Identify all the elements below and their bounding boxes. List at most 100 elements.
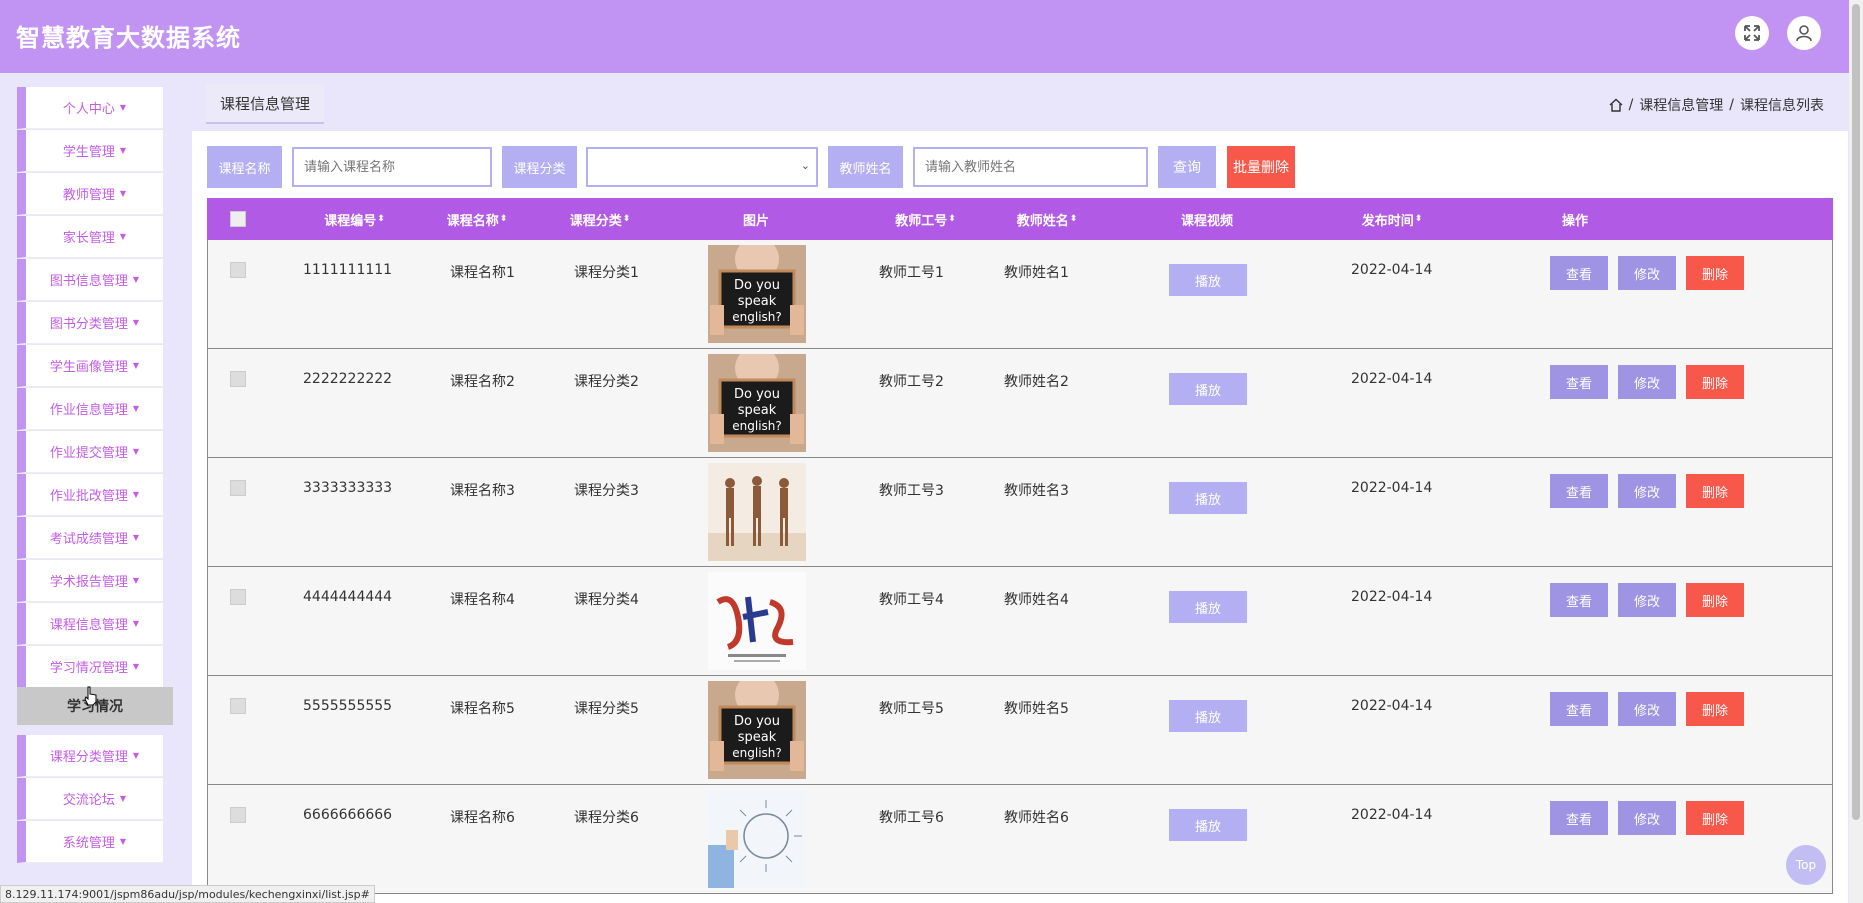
delete-button[interactable]: 删除 xyxy=(1686,692,1744,726)
play-video-button[interactable]: 播放 xyxy=(1169,373,1247,405)
sidebar-item-homework-grading[interactable]: 作业批改管理 ▼ xyxy=(17,474,163,516)
bulk-delete-button[interactable]: 批量删除 xyxy=(1227,146,1295,188)
user-button[interactable] xyxy=(1787,16,1821,50)
sidebar-item-parents[interactable]: 家长管理 ▼ xyxy=(17,216,163,258)
course-category: 课程分类2 xyxy=(574,374,639,390)
row-checkbox[interactable] xyxy=(230,589,246,605)
breadcrumb-separator: / xyxy=(1729,97,1734,113)
row-checkbox[interactable] xyxy=(230,371,246,387)
caret-down-icon: ▼ xyxy=(132,490,140,499)
caret-down-icon: ▼ xyxy=(119,146,127,155)
delete-button[interactable]: 删除 xyxy=(1686,583,1744,617)
course-no: 2222222222 xyxy=(303,371,393,387)
delete-button[interactable]: 删除 xyxy=(1686,801,1744,835)
header-teacher-no[interactable]: 教师工号 ⬍ xyxy=(868,198,983,240)
tab-course-info[interactable]: 课程信息管理 xyxy=(206,84,325,124)
breadcrumb-level1[interactable]: 课程信息管理 xyxy=(1639,95,1723,115)
sidebar-item-teachers[interactable]: 教师管理 ▼ xyxy=(17,173,163,215)
sidebar-item-academic-reports[interactable]: 学术报告管理 ▼ xyxy=(17,560,163,602)
delete-button[interactable]: 删除 xyxy=(1686,256,1744,290)
sidebar-item-exam-scores[interactable]: 考试成绩管理 ▼ xyxy=(17,517,163,559)
sidebar-item-homework-info[interactable]: 作业信息管理 ▼ xyxy=(17,388,163,430)
sidebar-item-students[interactable]: 学生管理 ▼ xyxy=(17,130,163,172)
view-button[interactable]: 查看 xyxy=(1550,256,1608,290)
edit-button[interactable]: 修改 xyxy=(1618,365,1676,399)
edit-button[interactable]: 修改 xyxy=(1618,692,1676,726)
sidebar-item-student-profile[interactable]: 学生画像管理 ▼ xyxy=(17,345,163,387)
vertical-scrollbar[interactable] xyxy=(1849,0,1863,903)
sidebar-item-learning-status[interactable]: 学习情况管理 ▼ xyxy=(17,646,163,688)
view-button[interactable]: 查看 xyxy=(1550,583,1608,617)
fullscreen-button[interactable] xyxy=(1735,16,1769,50)
main-content: 课程名称 课程分类 ⌄ 教师姓名 查询 批量删除 课程编号⬍ 课程名称⬍ 课程分… xyxy=(192,131,1848,903)
sidebar-item-course-category[interactable]: 课程分类管理 ▼ xyxy=(17,735,163,777)
view-button[interactable]: 查看 xyxy=(1550,801,1608,835)
teacher-name: 教师姓名2 xyxy=(1004,374,1069,390)
header-label: 发布时间 xyxy=(1361,213,1414,229)
teacher-name-label: 教师姓名 xyxy=(828,146,903,188)
view-button[interactable]: 查看 xyxy=(1550,692,1608,726)
table-row: 5555555555 课程名称5 课程分类5 Do you speak englis… xyxy=(207,676,1833,785)
course-image-speak-english[interactable]: Do you speak english? xyxy=(708,681,806,779)
course-name-input[interactable] xyxy=(292,147,492,187)
header-publish-time[interactable]: 发布时间 ⬍ xyxy=(1337,198,1447,240)
caret-down-icon: ▼ xyxy=(132,447,140,456)
home-icon[interactable] xyxy=(1609,98,1623,112)
row-checkbox[interactable] xyxy=(230,480,246,496)
sidebar-item-homework-submit[interactable]: 作业提交管理 ▼ xyxy=(17,431,163,473)
sidebar-item-book-category[interactable]: 图书分类管理 ▼ xyxy=(17,302,163,344)
header-course-no[interactable]: 课程编号 ⬍ xyxy=(297,198,412,240)
sidebar-item-personal-center[interactable]: 个人中心 ▼ xyxy=(17,87,163,129)
svg-text:Do you: Do you xyxy=(734,278,780,293)
view-button[interactable]: 查看 xyxy=(1550,365,1608,399)
play-video-button[interactable]: 播放 xyxy=(1169,591,1247,623)
scrollbar-thumb[interactable] xyxy=(1852,4,1860,820)
back-to-top-button[interactable]: Top xyxy=(1786,845,1826,885)
sidebar-item-forum[interactable]: 交流论坛 ▼ xyxy=(17,778,163,820)
caret-down-icon: ▼ xyxy=(132,662,140,671)
header-teacher-name[interactable]: 教师姓名 ⬍ xyxy=(997,198,1097,240)
table-row: 1111111111 课程名称1 课程分类1 Do you speak englis… xyxy=(207,240,1833,349)
sidebar-item-label: 考试成绩管理 xyxy=(49,532,128,547)
delete-button[interactable]: 删除 xyxy=(1686,474,1744,508)
select-all-checkbox[interactable] xyxy=(229,198,247,240)
caret-down-icon: ▼ xyxy=(119,794,127,803)
sidebar-item-label: 作业批改管理 xyxy=(49,489,128,504)
row-checkbox[interactable] xyxy=(230,262,246,278)
delete-button[interactable]: 删除 xyxy=(1686,365,1744,399)
view-button[interactable]: 查看 xyxy=(1550,474,1608,508)
sidebar-item-course-info[interactable]: 课程信息管理 ▼ xyxy=(17,603,163,645)
edit-button[interactable]: 修改 xyxy=(1618,474,1676,508)
teacher-name-input[interactable] xyxy=(913,147,1148,187)
sidebar-item-label: 学生画像管理 xyxy=(49,360,128,375)
category-select[interactable]: ⌄ xyxy=(586,147,818,187)
sort-icon: ⬍ xyxy=(499,214,508,224)
course-name-label: 课程名称 xyxy=(207,146,282,188)
edit-button[interactable]: 修改 xyxy=(1618,801,1676,835)
edit-button[interactable]: 修改 xyxy=(1618,583,1676,617)
row-checkbox[interactable] xyxy=(230,807,246,823)
course-image-business-training[interactable] xyxy=(708,790,806,888)
edit-button[interactable]: 修改 xyxy=(1618,256,1676,290)
sidebar-item-label: 学生管理 xyxy=(62,145,115,160)
row-checkbox[interactable] xyxy=(230,698,246,714)
publish-time: 2022-04-14 xyxy=(1351,371,1433,387)
sidebar-item-system[interactable]: 系统管理 ▼ xyxy=(17,821,163,863)
course-category: 课程分类4 xyxy=(574,592,639,608)
sidebar-item-label: 图书信息管理 xyxy=(49,274,128,289)
course-image-speak-english[interactable]: Do you speak english? xyxy=(708,354,806,452)
publish-time: 2022-04-14 xyxy=(1351,807,1433,823)
course-image-dancers[interactable] xyxy=(708,463,806,561)
chevron-down-icon: ⌄ xyxy=(800,159,810,172)
course-image-speak-english[interactable]: Do you speak english? xyxy=(708,245,806,343)
header-category[interactable]: 课程分类 ⬍ xyxy=(550,198,650,240)
course-image-calligraphy[interactable] xyxy=(708,572,806,670)
play-video-button[interactable]: 播放 xyxy=(1169,700,1247,732)
play-video-button[interactable]: 播放 xyxy=(1169,482,1247,514)
query-button[interactable]: 查询 xyxy=(1158,146,1216,188)
sidebar-item-book-info[interactable]: 图书信息管理 ▼ xyxy=(17,259,163,301)
play-video-button[interactable]: 播放 xyxy=(1169,809,1247,841)
table-row: 3333333333 课程名称3 课程分类3 教师工号3 教师姓名3 播放 20… xyxy=(207,458,1833,567)
play-video-button[interactable]: 播放 xyxy=(1169,264,1247,296)
header-course-name[interactable]: 课程名称 ⬍ xyxy=(427,198,527,240)
